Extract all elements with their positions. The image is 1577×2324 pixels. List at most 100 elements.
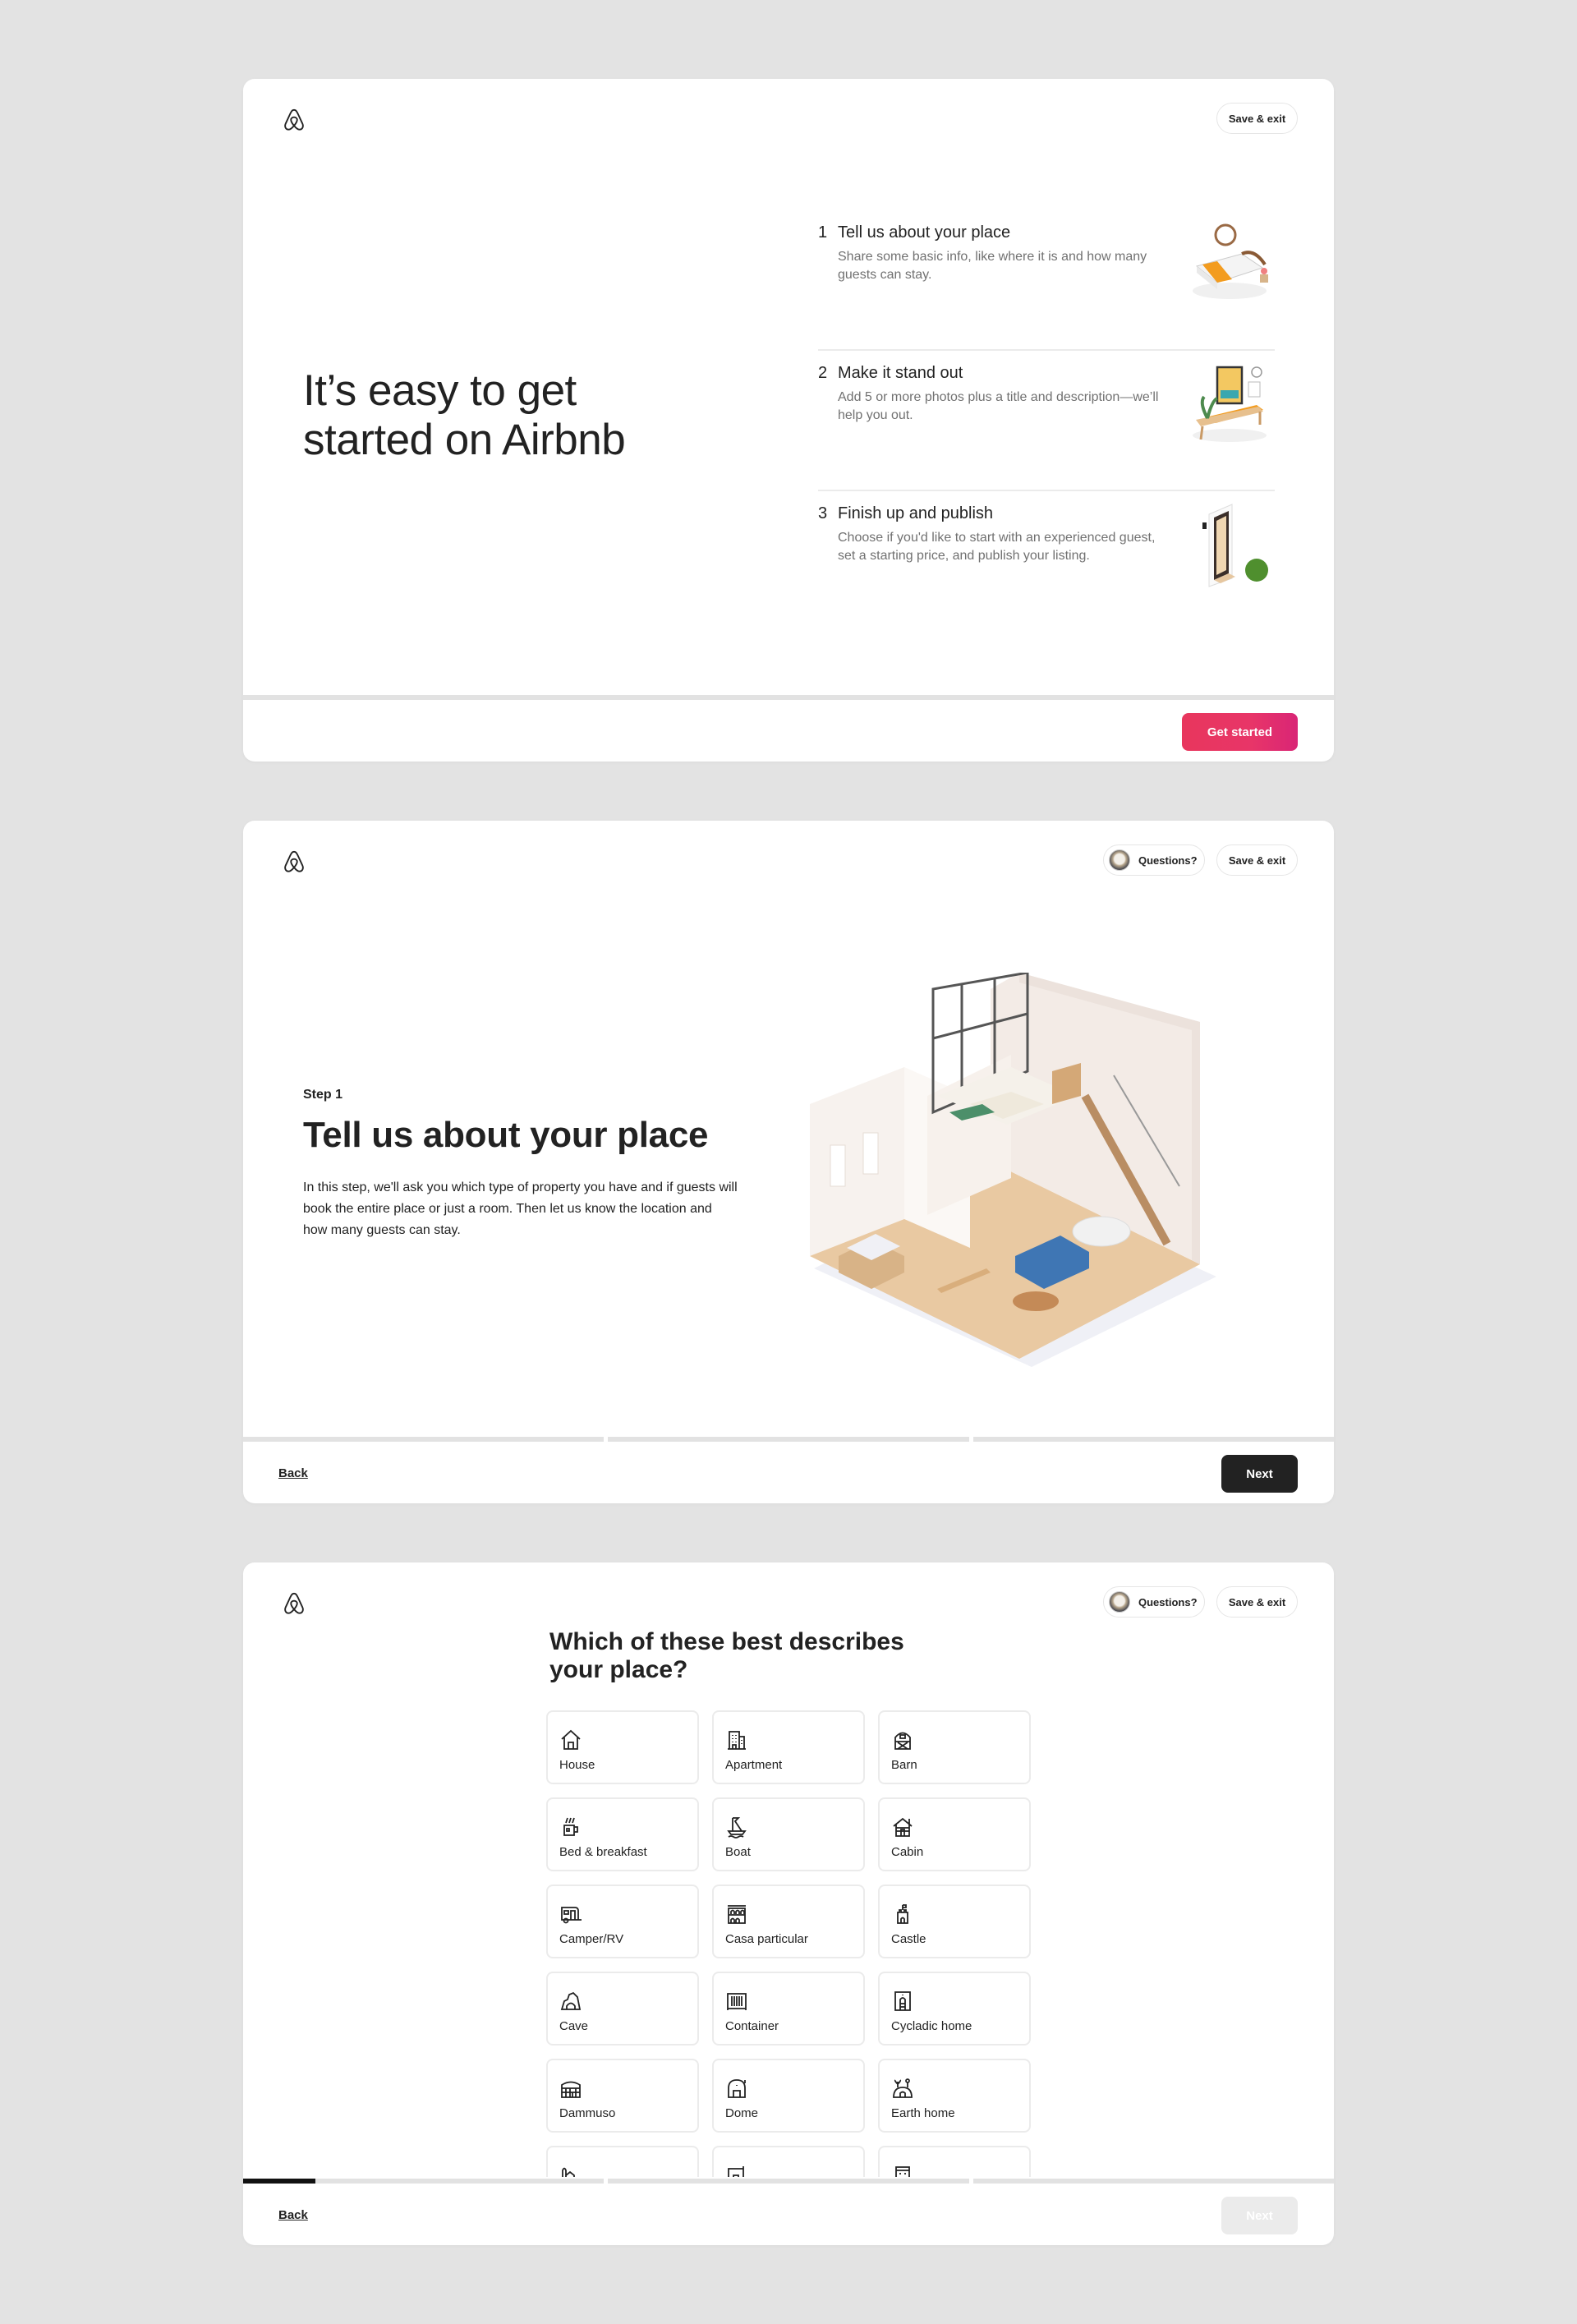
- back-button[interactable]: Back: [278, 2208, 308, 2222]
- cave-icon: [560, 1991, 582, 2010]
- property-type-option[interactable]: Barn: [878, 1710, 1031, 1784]
- bench-illustration: [1193, 366, 1267, 442]
- property-type-label: Cabin: [891, 1845, 924, 1859]
- property-type-label: Dammuso: [559, 2106, 616, 2120]
- property-type-label: Cave: [559, 2019, 589, 2033]
- next-button[interactable]: Next: [1221, 1455, 1298, 1493]
- property-type-label: Container: [725, 2019, 779, 2033]
- progress-fill-1: [243, 2179, 315, 2184]
- progress-bar: [243, 695, 1334, 700]
- property-type-option[interactable]: Casa particular: [712, 1885, 865, 1958]
- step-description: Share some basic info, like where it is …: [838, 250, 1147, 282]
- guesthouse-icon: [728, 2166, 744, 2177]
- progress-segment-3: [972, 1437, 1334, 1442]
- step-title: Finish up and publish: [838, 504, 994, 522]
- hero-title-line2: started on Airbnb: [303, 416, 626, 464]
- door-illustration: [1202, 504, 1268, 587]
- property-type-panel: Questions? Save & exit Which of these be…: [243, 1562, 1334, 2245]
- earth-home-icon: [893, 2078, 913, 2098]
- hero-title-line1: It’s easy to get: [303, 366, 577, 415]
- avatar: [1109, 849, 1130, 871]
- hero-title: It’s easy to get started on Airbnb: [303, 366, 626, 465]
- property-type-option[interactable]: [878, 2146, 1031, 2177]
- property-type-label: Cycladic home: [891, 2019, 972, 2033]
- casa-particular-icon: [728, 1905, 746, 1924]
- property-type-option[interactable]: Dammuso: [546, 2059, 699, 2133]
- progress-segment-1: [243, 1437, 605, 1442]
- step-number: 2: [818, 364, 828, 382]
- step-number: 1: [818, 223, 828, 242]
- step-description: Add 5 or more photos plus a title and de…: [838, 390, 1159, 422]
- property-type-option[interactable]: Cave: [546, 1972, 699, 2046]
- bed-illustration: [1193, 223, 1268, 299]
- property-type-label: Boat: [725, 1845, 751, 1859]
- boat-icon: [727, 1817, 747, 1838]
- step-description: Choose if you'd like to start with an ex…: [838, 531, 1156, 563]
- bed-breakfast-icon: [563, 1817, 578, 1836]
- airbnb-logo-icon[interactable]: [282, 1590, 306, 1617]
- dome-icon: [728, 2079, 746, 2098]
- property-type-option[interactable]: Cycladic home: [878, 1972, 1031, 2046]
- save-exit-button[interactable]: Save & exit: [1216, 103, 1298, 134]
- progress-bar: [243, 2179, 1334, 2184]
- property-type-grid: House Apartment Barn Bed & breakfast Boat Cab…: [546, 1710, 1039, 2177]
- progress-segment-2: [608, 1437, 969, 1442]
- property-type-label: House: [559, 1758, 595, 1772]
- house-cutaway-illustration: [810, 973, 1216, 1367]
- hotel-icon: [895, 2166, 910, 2177]
- apartment-icon: [728, 1731, 746, 1750]
- house-icon: [561, 1729, 581, 1750]
- next-button[interactable]: Next: [1221, 2197, 1298, 2234]
- step-item: 3 Finish up and publish Choose if you'd …: [818, 491, 1275, 632]
- property-type-option[interactable]: Boat: [712, 1797, 865, 1871]
- avatar: [1109, 1591, 1130, 1613]
- progress-segment-1: [243, 2179, 605, 2184]
- step-body: In this step, we'll ask you which type o…: [303, 1180, 738, 1237]
- property-type-option[interactable]: House: [546, 1710, 699, 1784]
- property-type-option[interactable]: [712, 2146, 865, 2177]
- save-exit-button[interactable]: Save & exit: [1216, 1586, 1298, 1618]
- questions-label: Questions?: [1138, 854, 1198, 867]
- airbnb-logo-icon[interactable]: [282, 849, 306, 875]
- property-type-option[interactable]: Bed & breakfast: [546, 1797, 699, 1871]
- cycladic-home-icon: [894, 1991, 911, 2011]
- camper-icon: [561, 1907, 582, 1924]
- questions-label: Questions?: [1138, 1595, 1198, 1608]
- questions-button[interactable]: Questions?: [1103, 844, 1205, 876]
- step-heading: Tell us about your place: [303, 1115, 709, 1155]
- property-type-option[interactable]: Apartment: [712, 1710, 865, 1784]
- dammuso-icon: [561, 2081, 581, 2098]
- progress-bar: [243, 1437, 1334, 1442]
- property-type-option[interactable]: [546, 2146, 699, 2177]
- property-type-option[interactable]: Camper/RV: [546, 1885, 699, 1958]
- castle-icon: [897, 1904, 908, 1924]
- property-type-label: Castle: [891, 1932, 926, 1946]
- barn-icon: [894, 1732, 911, 1750]
- property-type-option[interactable]: Cabin: [878, 1797, 1031, 1871]
- cabin-icon: [893, 1817, 913, 1837]
- airbnb-logo-icon[interactable]: [282, 107, 306, 133]
- property-type-label: Casa particular: [725, 1932, 808, 1946]
- step-item: 2 Make it stand out Add 5 or more photos…: [818, 351, 1275, 491]
- step-label: Step 1: [303, 1088, 343, 1102]
- save-exit-button[interactable]: Save & exit: [1216, 844, 1298, 876]
- intro-panel: Save & exit It’s easy to get started on …: [243, 79, 1334, 762]
- question-title: Which of these best describes your place…: [549, 1628, 904, 1683]
- questions-button[interactable]: Questions?: [1103, 1586, 1205, 1618]
- back-button[interactable]: Back: [278, 1466, 308, 1480]
- progress-segment-2: [608, 2179, 969, 2184]
- step-title: Make it stand out: [838, 364, 963, 382]
- property-type-option[interactable]: Container: [712, 1972, 865, 2046]
- step-title: Tell us about your place: [838, 223, 1011, 242]
- progress-segment: [243, 695, 1334, 700]
- farm-icon: [562, 2167, 575, 2177]
- container-icon: [727, 1993, 747, 2010]
- property-type-option[interactable]: Castle: [878, 1885, 1031, 1958]
- get-started-button[interactable]: Get started: [1182, 713, 1298, 751]
- property-type-option[interactable]: Earth home: [878, 2059, 1031, 2133]
- steps-list: 1 Tell us about your place Share some ba…: [818, 210, 1275, 632]
- step1-intro-panel: Questions? Save & exit Step 1 Tell us ab…: [243, 821, 1334, 1503]
- property-type-label: Camper/RV: [559, 1932, 624, 1946]
- property-type-option[interactable]: Dome: [712, 2059, 865, 2133]
- step-item: 1 Tell us about your place Share some ba…: [818, 210, 1275, 351]
